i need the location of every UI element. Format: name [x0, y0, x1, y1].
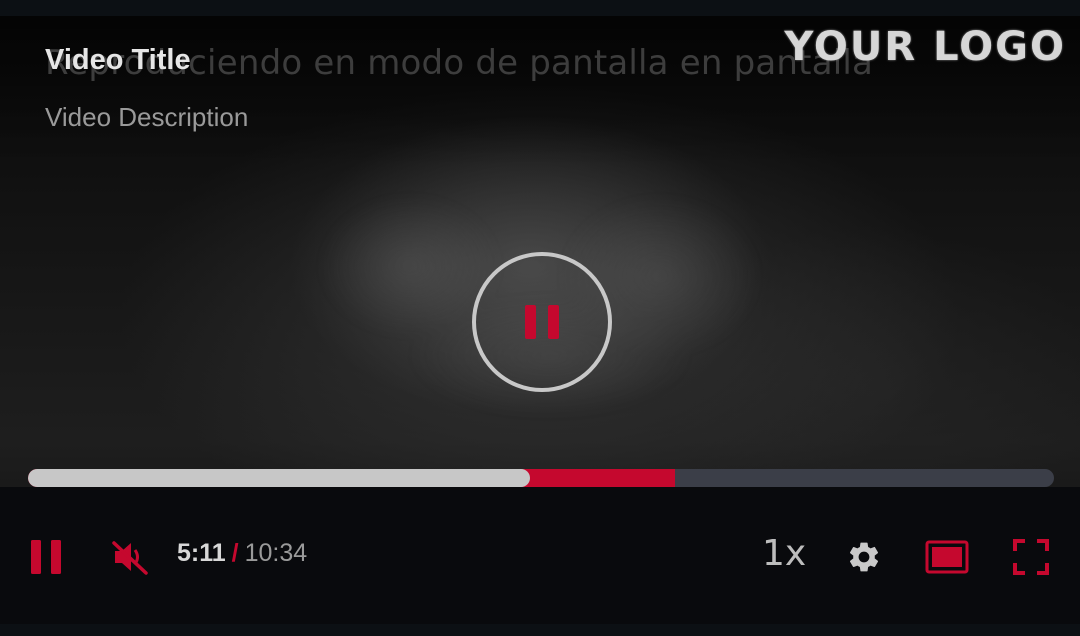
current-time: 5:11 [177, 539, 226, 567]
fullscreen-icon [1013, 539, 1049, 575]
pause-icon [31, 540, 61, 574]
playback-speed-button[interactable]: 1x [762, 533, 806, 574]
video-title: Video Title [45, 44, 191, 76]
duration: 10:34 [244, 539, 308, 567]
fullscreen-button[interactable] [1010, 535, 1052, 579]
pause-button[interactable] [24, 535, 68, 579]
progress-played [28, 469, 530, 487]
pause-icon [525, 305, 559, 339]
theater-mode-icon [925, 540, 969, 574]
progress-bar[interactable] [28, 469, 1054, 487]
muted-speaker-icon [112, 541, 148, 575]
theater-mode-button[interactable] [924, 535, 970, 579]
mute-button[interactable] [108, 535, 152, 579]
video-description: Video Description [45, 102, 249, 132]
time-separator: / [231, 539, 239, 567]
time-display: 5:11/10:34 [177, 539, 307, 568]
control-bar: 5:11/10:34 1x [0, 487, 1080, 624]
settings-button[interactable] [842, 535, 886, 579]
center-pause-button[interactable] [472, 252, 612, 392]
gear-icon [849, 542, 879, 572]
brand-logo: YOUR LOGO [784, 24, 1066, 70]
video-player[interactable]: Reproduciendo en modo de pantalla en pan… [0, 16, 1080, 624]
